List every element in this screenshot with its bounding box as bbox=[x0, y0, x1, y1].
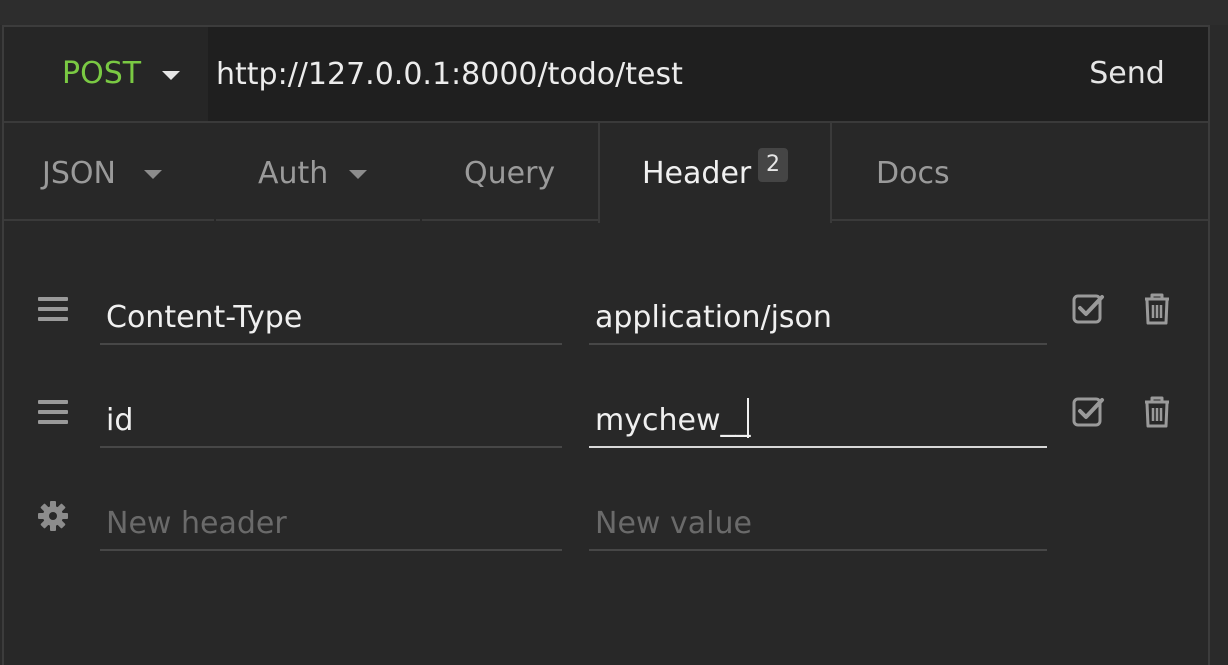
gear-icon[interactable] bbox=[36, 499, 70, 533]
new-header-name-input[interactable] bbox=[106, 503, 556, 543]
tab-docs-label: Docs bbox=[876, 156, 950, 191]
header-value-input[interactable] bbox=[595, 400, 1041, 440]
header-value-field[interactable] bbox=[589, 392, 1047, 448]
request-tabs: JSON Auth Query Header 2 Docs bbox=[4, 123, 1208, 223]
tab-query-label: Query bbox=[464, 156, 556, 191]
tab-header[interactable]: Header 2 bbox=[598, 123, 832, 223]
trash-icon[interactable] bbox=[1140, 292, 1174, 326]
header-row bbox=[4, 289, 1208, 379]
header-name-input[interactable] bbox=[106, 400, 556, 440]
tab-json[interactable]: JSON bbox=[4, 123, 214, 221]
send-button[interactable]: Send bbox=[1062, 51, 1192, 97]
method-label: POST bbox=[62, 56, 142, 91]
tab-auth[interactable]: Auth bbox=[216, 123, 420, 221]
header-count-badge: 2 bbox=[758, 148, 788, 182]
checkbox-checked-icon[interactable] bbox=[1072, 292, 1106, 326]
checkbox-checked-icon[interactable] bbox=[1072, 395, 1106, 429]
header-value-field[interactable] bbox=[589, 289, 1047, 345]
tab-query[interactable]: Query bbox=[422, 123, 598, 221]
method-dropdown[interactable]: POST bbox=[4, 27, 208, 121]
window-top-strip bbox=[0, 0, 1228, 25]
caret-down-icon bbox=[144, 170, 162, 179]
bars-icon[interactable] bbox=[38, 400, 68, 424]
url-input[interactable] bbox=[216, 53, 1036, 95]
tab-header-label: Header bbox=[642, 156, 752, 191]
new-header-name-field[interactable] bbox=[100, 495, 562, 551]
header-row bbox=[4, 392, 1208, 482]
new-header-row bbox=[4, 495, 1208, 585]
new-header-value-field[interactable] bbox=[589, 495, 1047, 551]
caret-down-icon bbox=[349, 170, 367, 179]
tab-docs[interactable]: Docs bbox=[832, 123, 1208, 221]
tab-auth-label: Auth bbox=[258, 156, 329, 191]
tab-json-label: JSON bbox=[42, 156, 116, 191]
header-name-input[interactable] bbox=[106, 297, 556, 337]
header-value-input[interactable] bbox=[595, 297, 1041, 337]
caret-down-icon bbox=[162, 71, 180, 80]
new-header-value-input[interactable] bbox=[595, 503, 1041, 543]
request-panel: POST Send JSON Auth Query Header 2 Docs bbox=[2, 25, 1210, 665]
header-name-field[interactable] bbox=[100, 392, 562, 448]
text-cursor bbox=[747, 398, 749, 438]
trash-icon[interactable] bbox=[1140, 395, 1174, 429]
header-name-field[interactable] bbox=[100, 289, 562, 345]
url-bar: POST Send bbox=[4, 27, 1208, 123]
bars-icon[interactable] bbox=[38, 297, 68, 321]
